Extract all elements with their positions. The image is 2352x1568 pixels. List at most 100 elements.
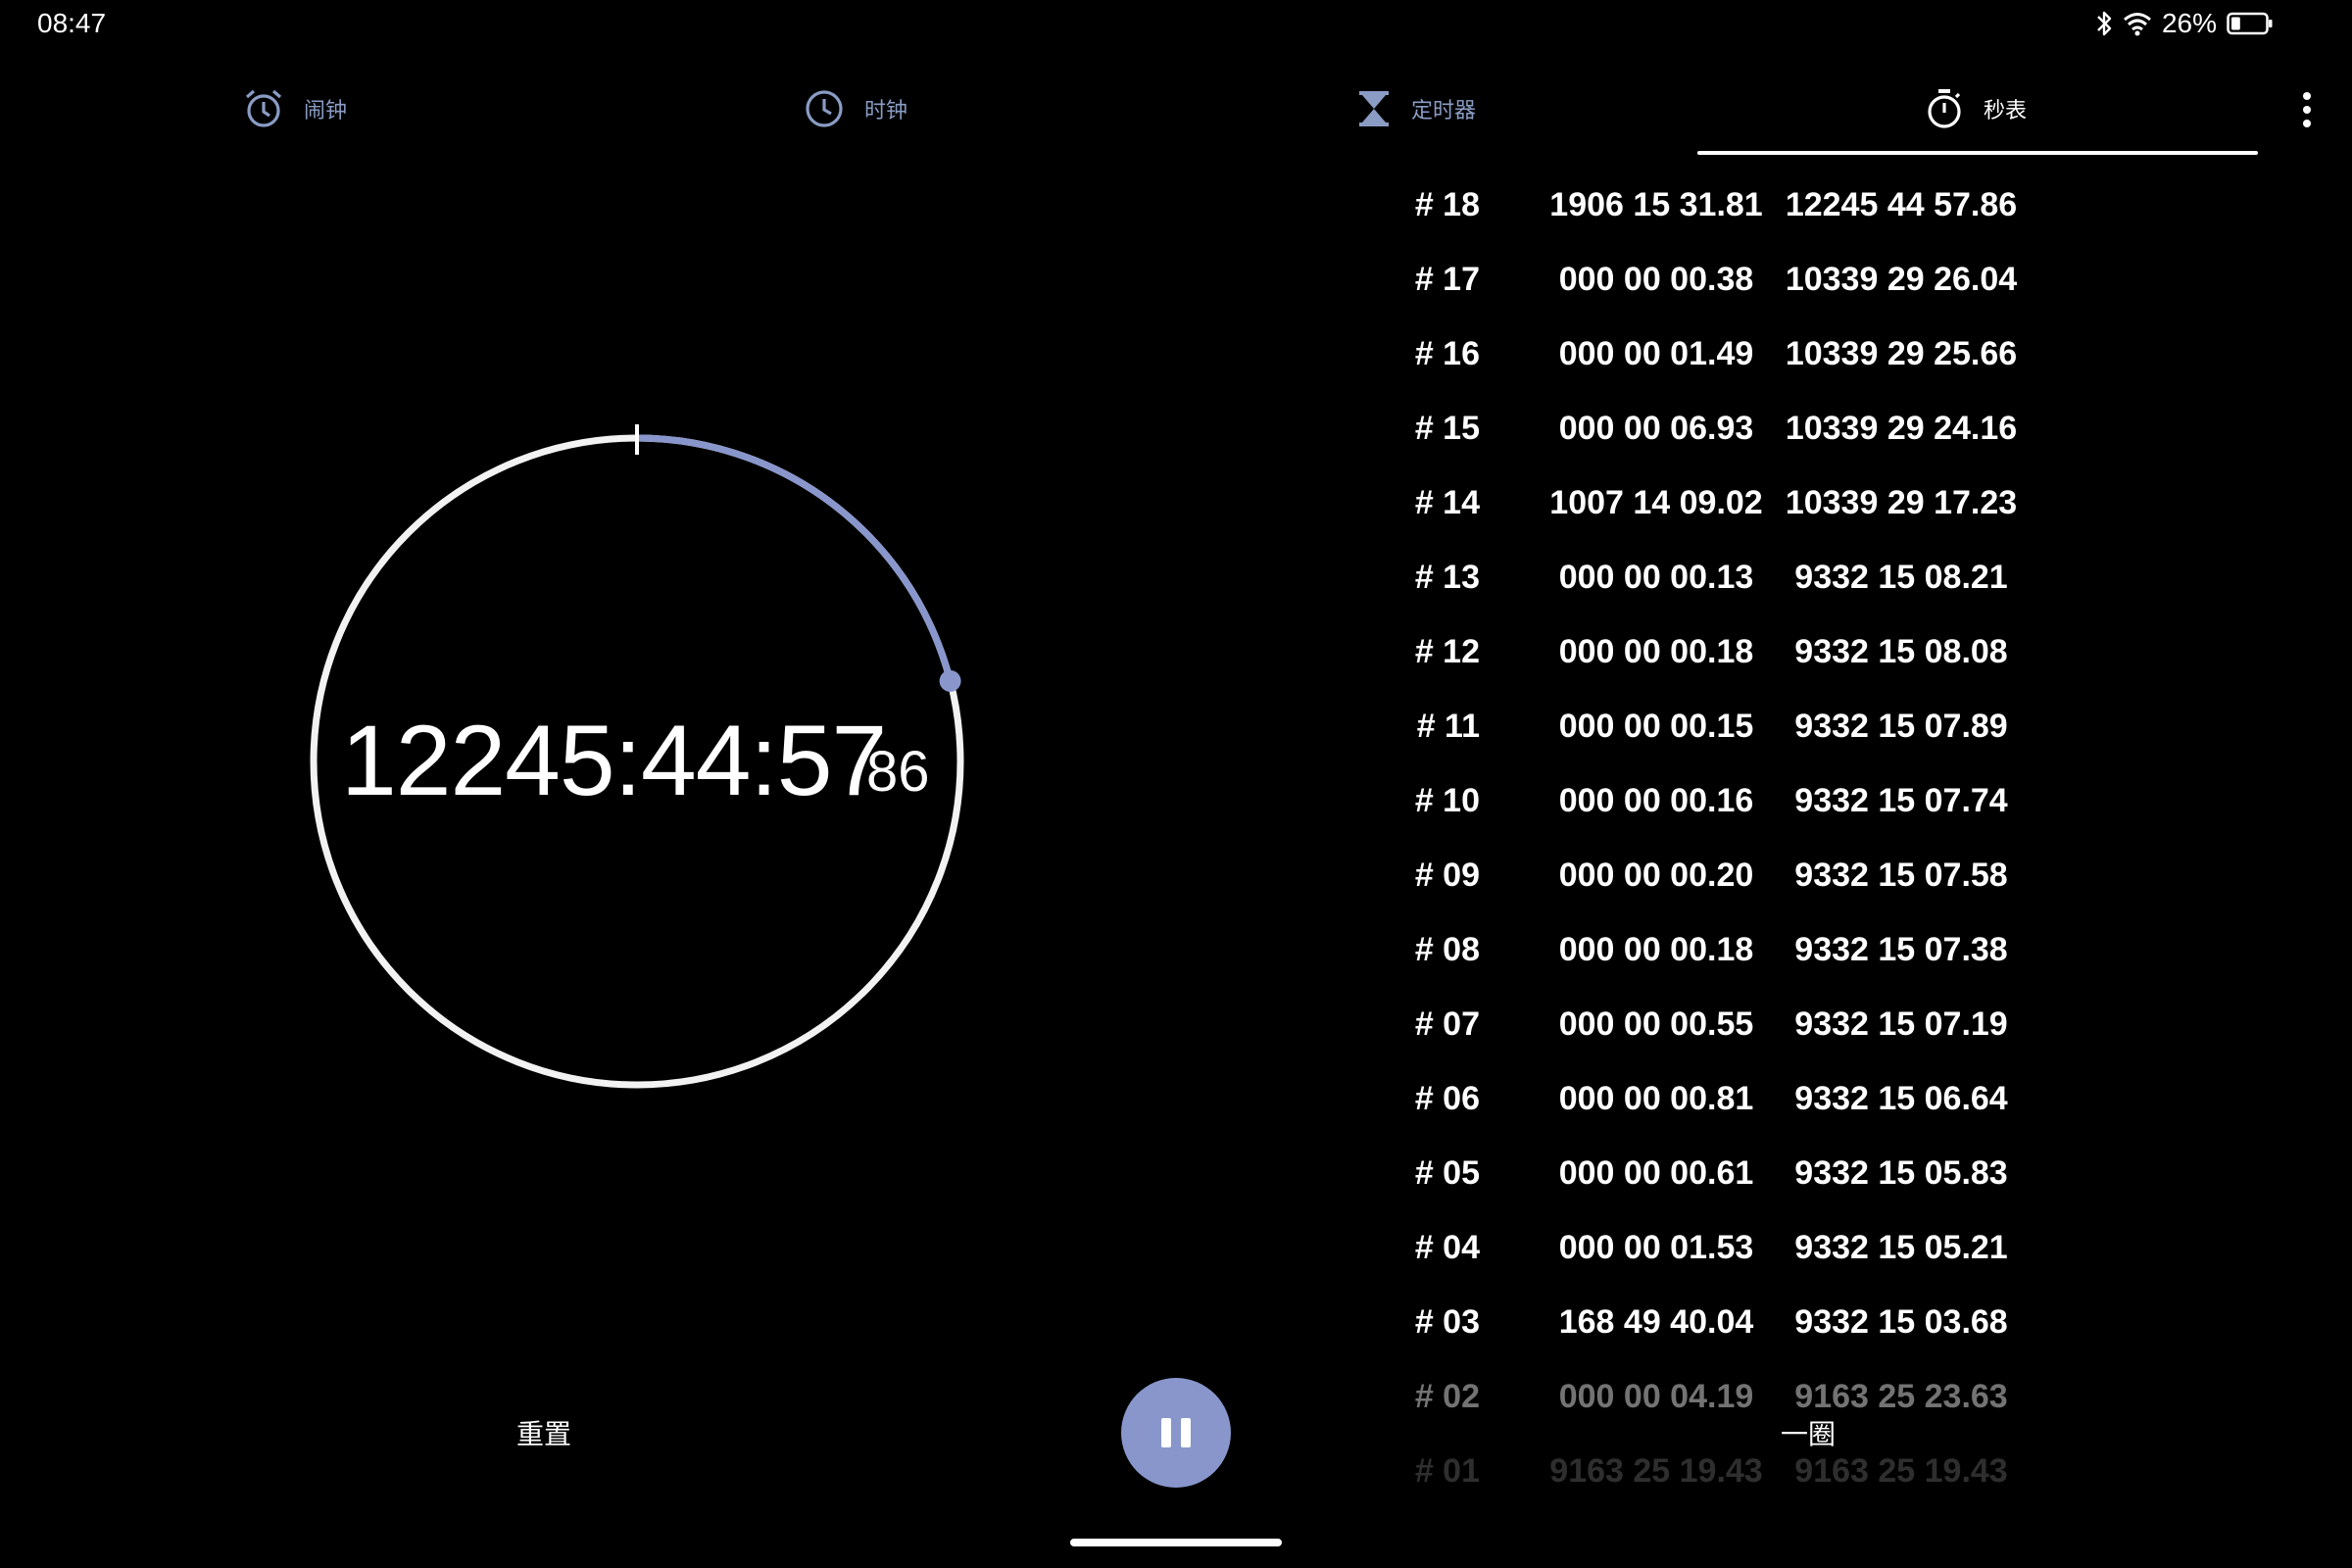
laps-list[interactable]: # 18 1906 15 31.81 12245 44 57.86 # 17 000 0… (1372, 176, 2058, 1509)
more-dot-icon (2303, 120, 2311, 127)
pause-button[interactable] (1121, 1378, 1231, 1488)
lap-row: # 09 000 00 00.20 9332 15 07.58 (1372, 847, 2058, 906)
stopwatch-icon (1928, 89, 1961, 128)
lap-split-time: 000 00 00.15 (1558, 708, 1754, 745)
lap-total-time: 9163 25 19.43 (1794, 1452, 2008, 1490)
lap-split-time: 000 00 00.55 (1558, 1005, 1754, 1043)
lap-total-time: 9163 25 23.63 (1794, 1378, 2008, 1415)
lap-total-time: 10339 29 24.16 (1785, 410, 2018, 447)
tab-timer-label: 定时器 (1411, 98, 1477, 122)
pause-icon (1181, 1418, 1191, 1447)
lap-row: # 05 000 00 00.61 9332 15 05.83 (1372, 1145, 2058, 1203)
dial-progress-arc (636, 434, 954, 682)
lap-number: # 10 (1414, 782, 1480, 819)
lap-total-time: 9332 15 07.89 (1794, 708, 2008, 745)
lap-row: # 15 000 00 06.93 10339 29 24.16 (1372, 400, 2058, 459)
lap-total-time: 9332 15 08.08 (1794, 633, 2008, 670)
lap-button[interactable]: 一圈 (1754, 1413, 1862, 1452)
more-dot-icon (2303, 92, 2311, 100)
lap-split-time: 168 49 40.04 (1558, 1303, 1754, 1341)
lap-split-time: 1906 15 31.81 (1549, 186, 1763, 223)
lap-total-time: 10339 29 26.04 (1785, 261, 2018, 298)
lap-number: # 05 (1414, 1154, 1480, 1192)
lap-row: # 07 000 00 00.55 9332 15 07.19 (1372, 996, 2058, 1054)
lap-number: # 06 (1414, 1080, 1480, 1117)
lap-split-time: 000 00 00.38 (1558, 261, 1754, 298)
lap-number: # 18 (1414, 186, 1480, 223)
lap-total-time: 9332 15 03.68 (1794, 1303, 2008, 1341)
lap-row: # 04 000 00 01.53 9332 15 05.21 (1372, 1219, 2058, 1278)
home-indicator[interactable] (1070, 1539, 1282, 1546)
lap-row: # 14 1007 14 09.02 10339 29 17.23 (1372, 474, 2058, 533)
tab-alarm[interactable]: 闹钟 (243, 78, 347, 139)
stopwatch-screen: 08:47 26% 闹钟 时钟 定时器 秒表 12245:44:57 86 # … (0, 0, 2352, 1568)
alarm-icon (245, 89, 282, 127)
tab-bar: 闹钟 时钟 定时器 秒表 (0, 78, 2352, 157)
lap-total-time: 9332 15 07.74 (1794, 782, 2008, 819)
lap-number: # 04 (1414, 1229, 1480, 1266)
lap-row: # 08 000 00 00.18 9332 15 07.38 (1372, 921, 2058, 980)
lap-split-time: 000 00 06.93 (1558, 410, 1754, 447)
lap-row: # 03 168 49 40.04 9332 15 03.68 (1372, 1294, 2058, 1352)
lap-split-time: 000 00 00.81 (1558, 1080, 1754, 1117)
lap-split-time: 000 00 00.18 (1558, 633, 1754, 670)
lap-row: # 16 000 00 01.49 10339 29 25.66 (1372, 325, 2058, 384)
lap-row: # 18 1906 15 31.81 12245 44 57.86 (1372, 176, 2058, 235)
tab-timer[interactable]: 定时器 (1356, 78, 1476, 139)
lap-split-time: 1007 14 09.02 (1549, 484, 1763, 521)
battery-icon (2227, 12, 2273, 35)
more-options-button[interactable] (2287, 86, 2327, 133)
lap-number: # 11 (1416, 708, 1480, 745)
lap-row: # 13 000 00 00.13 9332 15 08.21 (1372, 549, 2058, 608)
tab-alarm-label: 闹钟 (304, 98, 348, 122)
lap-row: # 02 000 00 04.19 9163 25 23.63 (1372, 1368, 2058, 1427)
tab-stopwatch[interactable]: 秒表 (1925, 78, 2027, 139)
tab-clock[interactable]: 时钟 (804, 78, 907, 139)
lap-split-time: 000 00 04.19 (1558, 1378, 1754, 1415)
elapsed-hundredths: 86 (866, 740, 930, 804)
lap-row: # 12 000 00 00.18 9332 15 08.08 (1372, 623, 2058, 682)
lap-total-time: 9332 15 07.38 (1794, 931, 2008, 968)
hourglass-icon (1359, 91, 1389, 126)
lap-row: # 11 000 00 00.15 9332 15 07.89 (1372, 698, 2058, 757)
lap-split-time: 9163 25 19.43 (1549, 1452, 1763, 1490)
lap-total-time: 9332 15 08.21 (1794, 559, 2008, 596)
elapsed-time: 12245:44:57 (341, 705, 887, 816)
lap-number: # 12 (1414, 633, 1480, 670)
lap-split-time: 000 00 00.20 (1558, 857, 1754, 894)
lap-split-time: 000 00 00.16 (1558, 782, 1754, 819)
tab-clock-label: 时钟 (864, 98, 908, 122)
pause-icon (1161, 1418, 1171, 1447)
lap-number: # 08 (1414, 931, 1480, 968)
active-tab-indicator (1697, 151, 2258, 155)
lap-number: # 13 (1414, 559, 1480, 596)
lap-total-time: 9332 15 05.21 (1794, 1229, 2008, 1266)
lap-row: # 17 000 00 00.38 10339 29 26.04 (1372, 251, 2058, 310)
lap-number: # 16 (1414, 335, 1480, 372)
lap-split-time: 000 00 00.61 (1558, 1154, 1754, 1192)
lap-total-time: 9332 15 07.58 (1794, 857, 2008, 894)
lap-split-time: 000 00 00.13 (1558, 559, 1754, 596)
lap-number: # 15 (1414, 410, 1480, 447)
status-time: 08:47 (37, 8, 107, 38)
reset-button[interactable]: 重置 (490, 1413, 598, 1452)
lap-number: # 17 (1414, 261, 1480, 298)
lap-total-time: 9332 15 07.19 (1794, 1005, 2008, 1043)
lap-number: # 09 (1414, 857, 1480, 894)
lap-total-time: 12245 44 57.86 (1785, 186, 2018, 223)
tab-stopwatch-label: 秒表 (1984, 98, 2028, 122)
lap-number: # 07 (1414, 1005, 1480, 1043)
lap-number: # 03 (1414, 1303, 1480, 1341)
lap-row: # 01 9163 25 19.43 9163 25 19.43 (1372, 1443, 2058, 1501)
clock-icon (806, 90, 843, 127)
lap-row: # 06 000 00 00.81 9332 15 06.64 (1372, 1070, 2058, 1129)
lap-split-time: 000 00 00.18 (1558, 931, 1754, 968)
wifi-icon (2123, 13, 2151, 36)
dial-progress-marker (939, 669, 961, 692)
battery-percent: 26% (2161, 8, 2217, 38)
lap-total-time: 10339 29 25.66 (1785, 335, 2018, 372)
lap-split-time: 000 00 01.53 (1558, 1229, 1754, 1266)
bluetooth-icon (2097, 11, 2112, 36)
lap-split-time: 000 00 01.49 (1558, 335, 1754, 372)
lap-number: # 14 (1414, 484, 1480, 521)
